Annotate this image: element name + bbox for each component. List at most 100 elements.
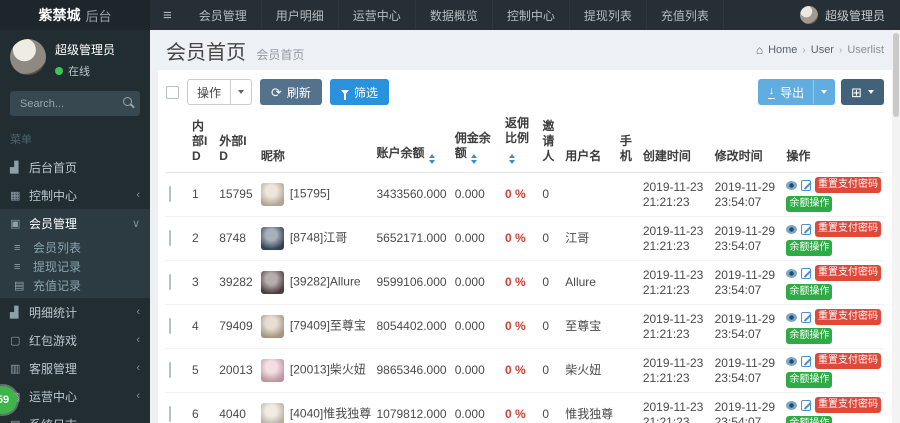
scrollbar[interactable]: [892, 30, 900, 423]
cell-nickname: [39282]Allure: [289, 274, 361, 289]
cell-inner-id: 4: [188, 304, 217, 349]
row-checkbox[interactable]: [169, 274, 171, 290]
cell-balance: 8054402.000: [373, 304, 452, 349]
edit-icon[interactable]: [801, 355, 811, 367]
page-subtitle: 会员首页: [256, 47, 305, 62]
reset-payment-password-button[interactable]: 重置支付密码: [815, 221, 881, 237]
col-commission-sortable[interactable]: 佣金余额: [451, 112, 502, 173]
table-row: 6 4040 [4040]惟我独尊 1079812.000 0.000 0 % …: [166, 392, 884, 423]
view-icon[interactable]: [786, 224, 798, 234]
refresh-icon: ⟳: [271, 84, 282, 100]
balance-operation-button[interactable]: 余额操作: [786, 196, 833, 212]
cell-phone: [616, 260, 640, 305]
edit-icon[interactable]: [801, 223, 811, 235]
cell-inviter: 0: [539, 392, 563, 423]
funnel-icon: [340, 89, 349, 100]
sidebar-item-redpacket-games[interactable]: ▢ 红包游戏 ‹: [0, 326, 150, 354]
balance-operation-button[interactable]: 余额操作: [786, 240, 833, 256]
view-icon[interactable]: [786, 180, 798, 190]
topnav-item-user-details[interactable]: 用户明细: [262, 0, 339, 30]
sidebar-toggle-button[interactable]: ≡: [150, 0, 185, 30]
page-title: 会员首页: [166, 41, 246, 64]
row-checkbox[interactable]: [169, 362, 171, 378]
menu-item-icon: ▢: [10, 334, 21, 347]
sidebar-search-input[interactable]: [10, 91, 140, 116]
reset-payment-password-button[interactable]: 重置支付密码: [815, 309, 881, 325]
sidebar-item-system-log[interactable]: ▤ 系统日志: [0, 410, 150, 423]
reset-payment-password-button[interactable]: 重置支付密码: [815, 265, 881, 281]
cell-inviter: 0: [539, 304, 563, 349]
view-icon[interactable]: [786, 268, 798, 278]
columns-toggle-button[interactable]: ⊞: [841, 79, 884, 105]
sidebar-subitem-withdraw-records[interactable]: ≡ 提现记录: [0, 257, 150, 276]
sidebar-item-control-center[interactable]: ▦ 控制中心 ‹: [0, 181, 150, 209]
topnav-item-withdraw-list[interactable]: 提现列表: [570, 0, 647, 30]
menu-item-icon: ▥: [10, 362, 21, 375]
row-checkbox[interactable]: [169, 230, 171, 246]
select-all-checkbox[interactable]: [166, 85, 179, 99]
col-rebate-sortable[interactable]: 返佣比例: [501, 112, 540, 173]
cell-commission: 0.000: [451, 392, 502, 423]
topnav-item-operation-center[interactable]: 运营中心: [339, 0, 416, 30]
sidebar-item-customer-service[interactable]: ▥ 客服管理 ‹: [0, 354, 150, 382]
cell-nickname: [15795]: [289, 186, 330, 201]
breadcrumb-home[interactable]: Home: [768, 44, 797, 56]
balance-operation-button[interactable]: 余额操作: [786, 416, 833, 423]
caret-down-icon: [230, 80, 251, 104]
cell-phone: [616, 392, 640, 423]
balance-operation-button[interactable]: 余额操作: [786, 284, 833, 300]
cell-actions: 重置支付密码 余额操作: [783, 260, 884, 305]
balance-operation-button[interactable]: 余额操作: [786, 328, 833, 344]
topnav-user-menu[interactable]: 超级管理员: [785, 0, 900, 30]
sidebar-submenu: ≡ 会员列表 ≡ 提现记录 ▤ 充值记录: [0, 237, 150, 298]
topnav-items: 会员管理 用户明细 运营中心 数据概览 控制中心 提现列表 充值列表: [185, 0, 724, 30]
brand-logo[interactable]: 紫禁城 后台: [0, 0, 150, 30]
balance-operation-button[interactable]: 余额操作: [786, 372, 833, 388]
reset-payment-password-button[interactable]: 重置支付密码: [815, 177, 881, 193]
topnav-user-label: 超级管理员: [824, 8, 885, 23]
filter-button[interactable]: 筛选: [329, 79, 389, 105]
search-icon[interactable]: [123, 97, 132, 106]
col-balance-sortable[interactable]: 账户余额: [373, 112, 452, 173]
grid-icon: ⊞: [851, 84, 862, 100]
chevron-icon: ‹: [136, 189, 140, 201]
reset-payment-password-button[interactable]: 重置支付密码: [815, 353, 881, 369]
sidebar-subitem-recharge-records[interactable]: ▤ 充值记录: [0, 276, 150, 295]
topnav-item-data-overview[interactable]: 数据概览: [416, 0, 493, 30]
edit-icon[interactable]: [801, 399, 811, 411]
sidebar-subitem-member-list[interactable]: ≡ 会员列表: [0, 238, 150, 257]
sidebar-menu: ▟ 后台首页 ▦ 控制中心 ‹ ▣ 会员管理 ∨ ≡ 会员列表 ≡ 提现记录 ▤…: [0, 153, 150, 423]
sidebar-item-member-management[interactable]: ▣ 会员管理 ∨: [0, 209, 150, 237]
header-checkbox-col: [166, 112, 189, 173]
reset-payment-password-button[interactable]: 重置支付密码: [815, 397, 881, 413]
action-dropdown-button[interactable]: 操作: [187, 79, 253, 105]
view-icon[interactable]: [786, 312, 798, 322]
view-icon[interactable]: [786, 356, 798, 366]
edit-icon[interactable]: [801, 267, 811, 279]
scrollbar-thumb[interactable]: [893, 33, 899, 117]
breadcrumb-user[interactable]: User: [811, 44, 834, 56]
topnav-item-recharge-list[interactable]: 充值列表: [647, 0, 724, 30]
row-checkbox[interactable]: [169, 318, 171, 334]
sidebar-user-status: 在线: [55, 63, 115, 79]
cell-rebate: 0 %: [501, 216, 540, 261]
cell-modified: 2019-11-29 23:54:07: [711, 304, 784, 349]
export-split-button[interactable]: ↓ 导出: [757, 79, 836, 105]
refresh-button[interactable]: ⟳ 刷新: [260, 79, 322, 105]
table-row: 4 79409 [79409]至尊宝 8054402.000 0.000 0 %…: [166, 304, 884, 349]
sidebar-item-detail-stats[interactable]: ▟ 明细统计 ‹: [0, 298, 150, 326]
cell-inner-id: 3: [188, 260, 217, 305]
row-checkbox[interactable]: [169, 406, 171, 422]
sidebar-item-dashboard[interactable]: ▟ 后台首页: [0, 153, 150, 181]
edit-icon[interactable]: [801, 179, 811, 191]
sidebar-item-operation-center[interactable]: ▧ 运营中心 ‹: [0, 382, 150, 410]
edit-icon[interactable]: [801, 311, 811, 323]
cell-phone: [616, 348, 640, 393]
cell-ext-id: 79409: [216, 304, 258, 349]
view-icon[interactable]: [786, 400, 798, 410]
col-inner-id: 内部ID: [188, 112, 217, 173]
row-checkbox[interactable]: [169, 186, 171, 202]
caret-down-icon[interactable]: [813, 80, 834, 104]
topnav-item-member-management[interactable]: 会员管理: [185, 0, 262, 30]
topnav-item-control-center[interactable]: 控制中心: [493, 0, 570, 30]
